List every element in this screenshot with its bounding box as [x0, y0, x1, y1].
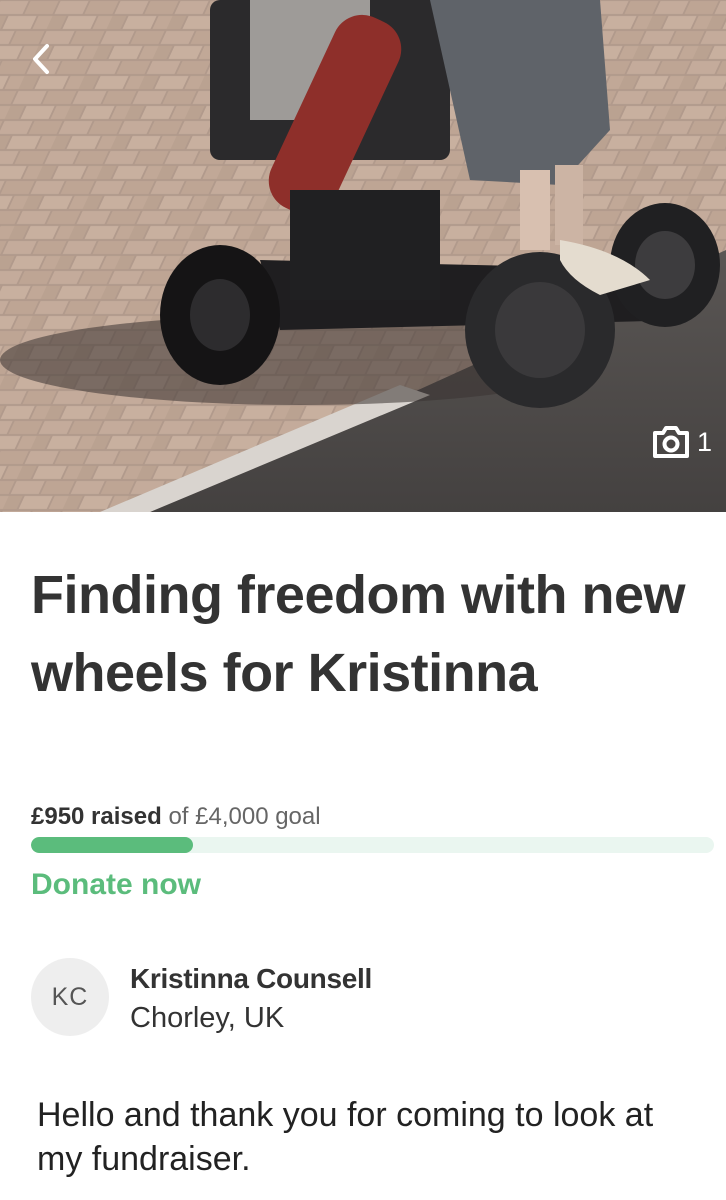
- back-button[interactable]: [20, 36, 62, 82]
- goal-text: of £4,000 goal: [168, 803, 321, 830]
- story-text: Hello and thank you for coming to look a…: [37, 1096, 654, 1178]
- fundraising-progress-bar: [31, 837, 714, 853]
- wheelchair-photo: [0, 0, 726, 512]
- camera-icon: [652, 426, 689, 458]
- photo-count: 1: [696, 426, 712, 457]
- progress-fill: [31, 837, 194, 853]
- donate-now-button[interactable]: Donate now: [31, 868, 201, 902]
- raised-summary: £950 raised of £4,000 goal: [31, 803, 321, 831]
- raised-amount: £950 raised: [31, 803, 162, 830]
- chevron-left-icon: [33, 44, 49, 74]
- photo-count-button[interactable]: 1: [651, 420, 712, 464]
- organizer[interactable]: KC Kristinna Counsell Chorley, UK: [31, 958, 691, 1038]
- organizer-name[interactable]: Kristinna Counsell: [130, 963, 372, 995]
- campaign-title: Finding freedom with new wheels for Kris…: [31, 565, 685, 703]
- campaign-photo[interactable]: 1: [0, 0, 726, 512]
- avatar: KC: [31, 958, 109, 1036]
- organizer-location: Chorley, UK: [130, 1002, 285, 1034]
